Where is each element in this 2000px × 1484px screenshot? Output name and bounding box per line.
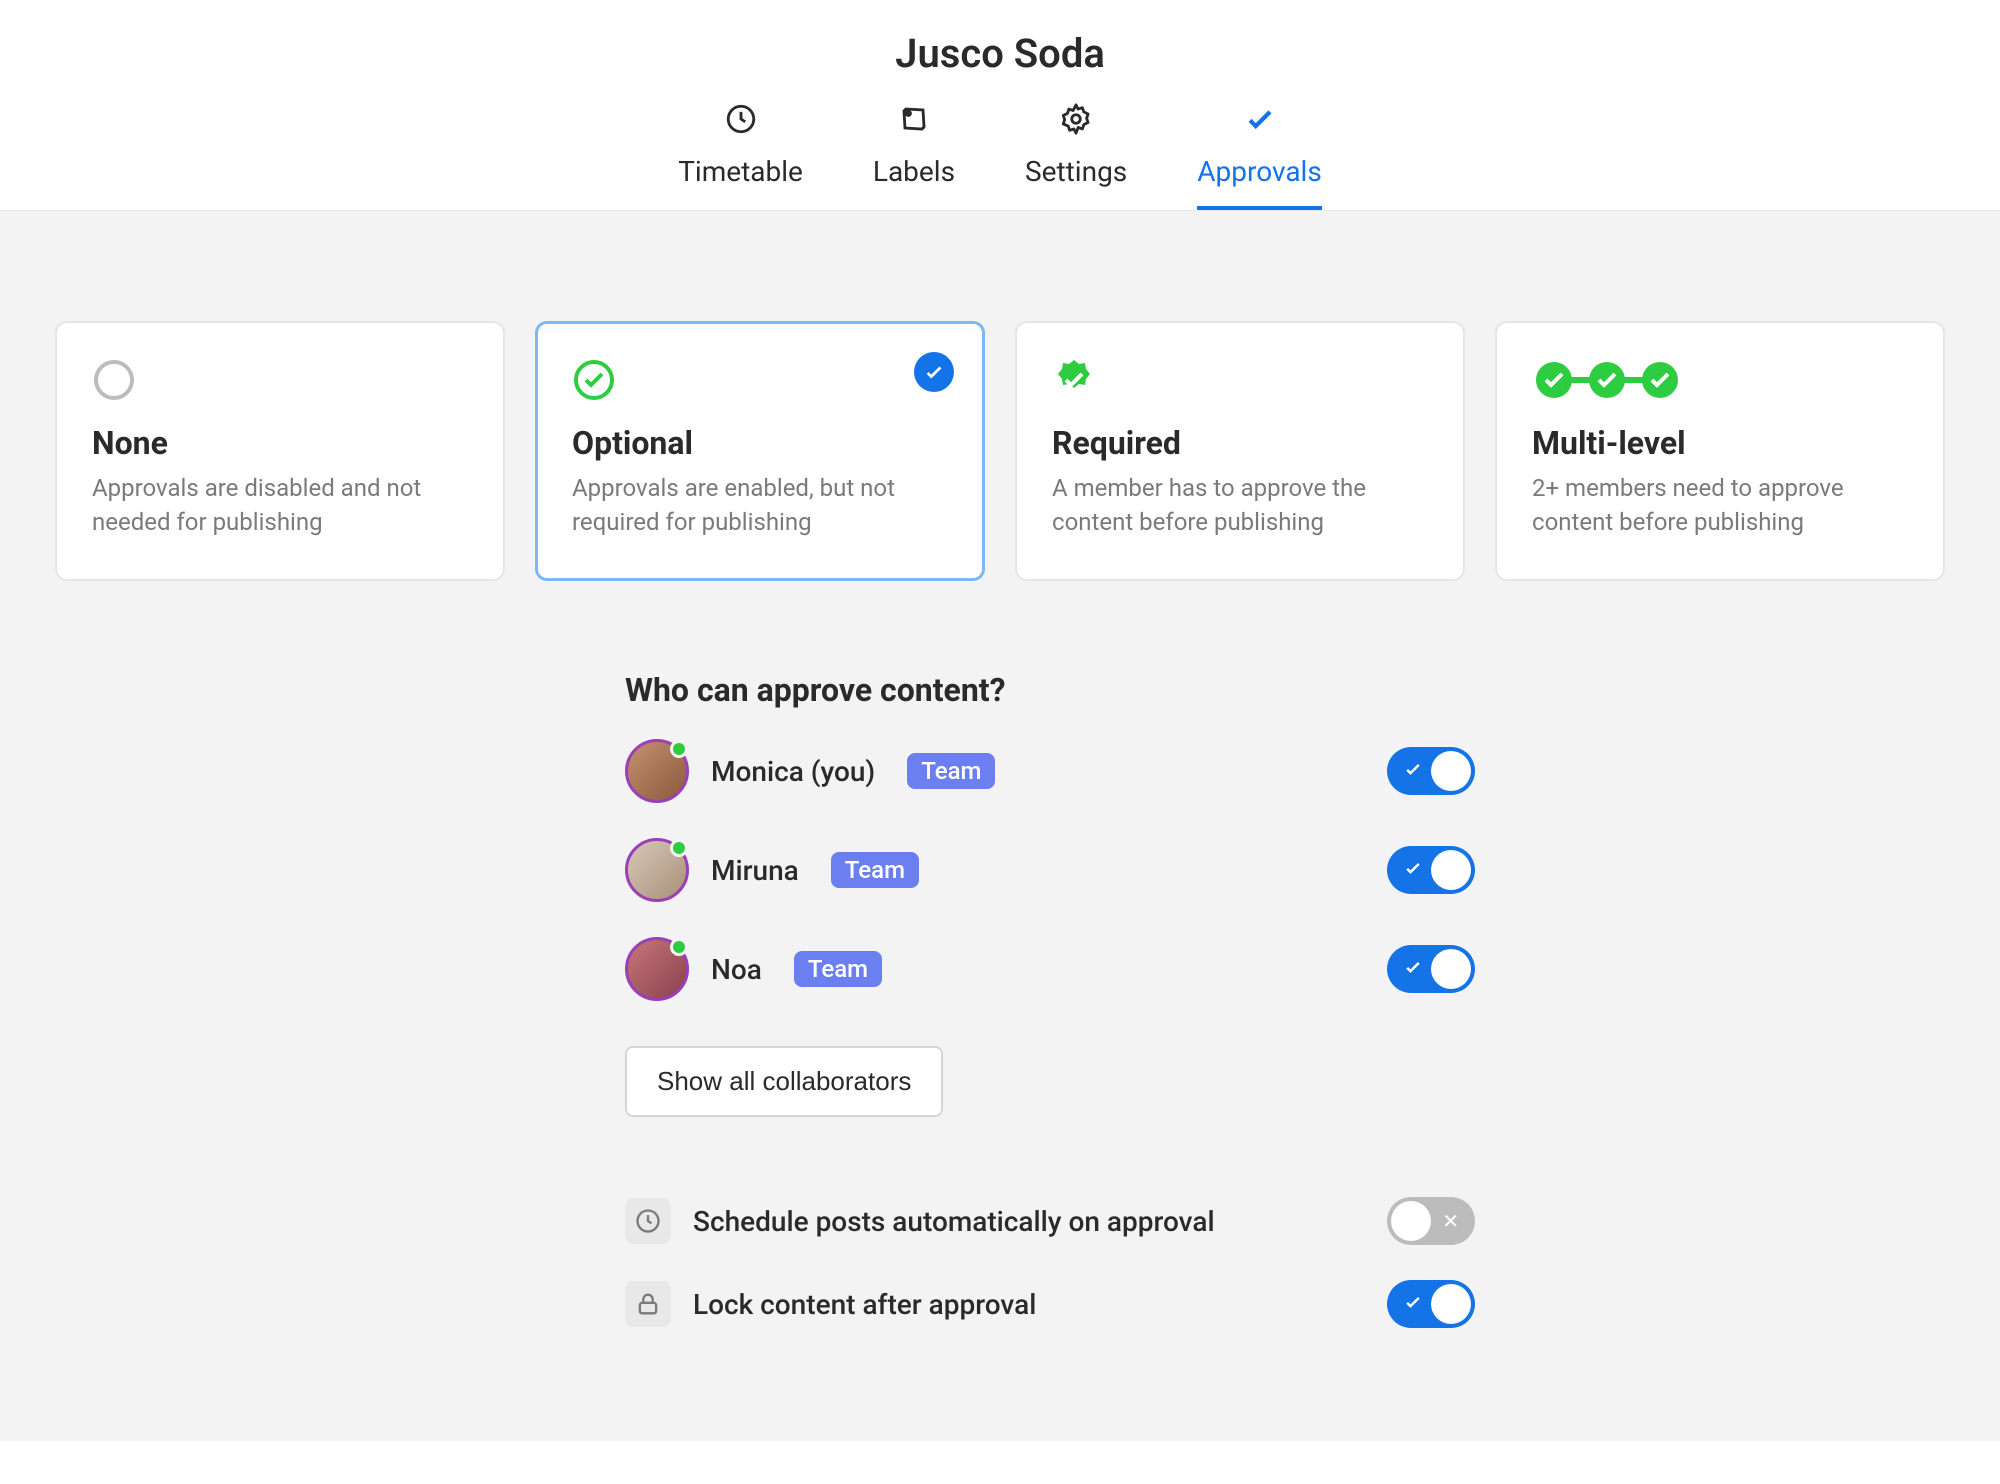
- tabs: Timetable Labels Settings Approvals: [0, 102, 2000, 210]
- toggle-knob: [1431, 850, 1471, 890]
- tab-label: Settings: [1025, 155, 1127, 188]
- show-all-collaborators-button[interactable]: Show all collaborators: [625, 1046, 943, 1117]
- card-title: Optional: [572, 424, 948, 462]
- avatar: [625, 838, 689, 902]
- option-info: Schedule posts automatically on approval: [625, 1198, 1215, 1244]
- option-label: Schedule posts automatically on approval: [693, 1205, 1215, 1238]
- gear-icon: [1059, 102, 1093, 143]
- toggle-knob: [1431, 751, 1471, 791]
- check-icon: [1243, 102, 1277, 143]
- check-icon: [1403, 1292, 1423, 1316]
- presence-dot-icon: [670, 938, 688, 956]
- card-desc: Approvals are disabled and not needed fo…: [92, 472, 468, 539]
- check-icon: [1403, 957, 1423, 981]
- approver-row: Monica (you) Team: [625, 739, 1475, 803]
- page-title: Jusco Soda: [0, 30, 2000, 77]
- clock-icon: [625, 1198, 671, 1244]
- header: Jusco Soda Timetable Labels Settings App…: [0, 0, 2000, 211]
- card-none[interactable]: None Approvals are disabled and not need…: [55, 321, 505, 581]
- card-optional[interactable]: Optional Approvals are enabled, but not …: [535, 321, 985, 581]
- approver-name: Monica (you): [711, 755, 875, 788]
- approver-row: Miruna Team: [625, 838, 1475, 902]
- presence-dot-icon: [670, 839, 688, 857]
- multi-check-icon: [1532, 358, 1908, 402]
- circle-check-outline-icon: [572, 358, 948, 402]
- tab-labels[interactable]: Labels: [873, 102, 955, 210]
- tab-label: Approvals: [1197, 155, 1322, 188]
- tab-settings[interactable]: Settings: [1025, 102, 1127, 210]
- circle-empty-icon: [92, 358, 468, 402]
- card-title: Multi-level: [1532, 424, 1908, 462]
- presence-dot-icon: [670, 740, 688, 758]
- option-label: Lock content after approval: [693, 1288, 1036, 1321]
- check-icon: [1403, 858, 1423, 882]
- card-required[interactable]: Required A member has to approve the con…: [1015, 321, 1465, 581]
- card-desc: Approvals are enabled, but not required …: [572, 472, 948, 539]
- section-title: Who can approve content?: [625, 671, 1475, 709]
- approver-name: Miruna: [711, 854, 799, 887]
- card-title: Required: [1052, 424, 1428, 462]
- toggle-knob: [1431, 949, 1471, 989]
- approvers-section: Who can approve content? Monica (you) Te…: [625, 671, 1475, 1328]
- tab-approvals[interactable]: Approvals: [1197, 102, 1322, 210]
- seal-check-icon: [1052, 358, 1428, 402]
- tab-label: Timetable: [678, 155, 803, 188]
- toggle-knob: [1431, 1284, 1471, 1324]
- tab-label: Labels: [873, 155, 955, 188]
- card-multilevel[interactable]: Multi-level 2+ members need to approve c…: [1495, 321, 1945, 581]
- approver-toggle[interactable]: [1387, 945, 1475, 993]
- approver-toggle[interactable]: [1387, 846, 1475, 894]
- option-toggle[interactable]: ✕: [1387, 1197, 1475, 1245]
- approver-info: Miruna Team: [625, 838, 919, 902]
- option-info: Lock content after approval: [625, 1281, 1036, 1327]
- option-row-schedule: Schedule posts automatically on approval…: [625, 1197, 1475, 1245]
- approver-name: Noa: [711, 953, 762, 986]
- check-icon: [1403, 759, 1423, 783]
- option-toggle[interactable]: [1387, 1280, 1475, 1328]
- approval-mode-cards: None Approvals are disabled and not need…: [55, 321, 1945, 581]
- approver-row: Noa Team: [625, 937, 1475, 1001]
- lock-icon: [625, 1281, 671, 1327]
- role-badge: Team: [831, 852, 919, 888]
- approver-toggle[interactable]: [1387, 747, 1475, 795]
- avatar: [625, 937, 689, 1001]
- approver-info: Monica (you) Team: [625, 739, 995, 803]
- clock-icon: [724, 102, 758, 143]
- selected-check-icon: [914, 352, 954, 392]
- card-desc: A member has to approve the content befo…: [1052, 472, 1428, 539]
- option-row-lock: Lock content after approval: [625, 1280, 1475, 1328]
- content: None Approvals are disabled and not need…: [0, 211, 2000, 1441]
- toggle-knob: [1391, 1201, 1431, 1241]
- approver-info: Noa Team: [625, 937, 882, 1001]
- card-title: None: [92, 424, 468, 462]
- card-desc: 2+ members need to approve content befor…: [1532, 472, 1908, 539]
- x-icon: ✕: [1442, 1209, 1459, 1233]
- tag-icon: [897, 102, 931, 143]
- avatar: [625, 739, 689, 803]
- tab-timetable[interactable]: Timetable: [678, 102, 803, 210]
- role-badge: Team: [794, 951, 882, 987]
- role-badge: Team: [907, 753, 995, 789]
